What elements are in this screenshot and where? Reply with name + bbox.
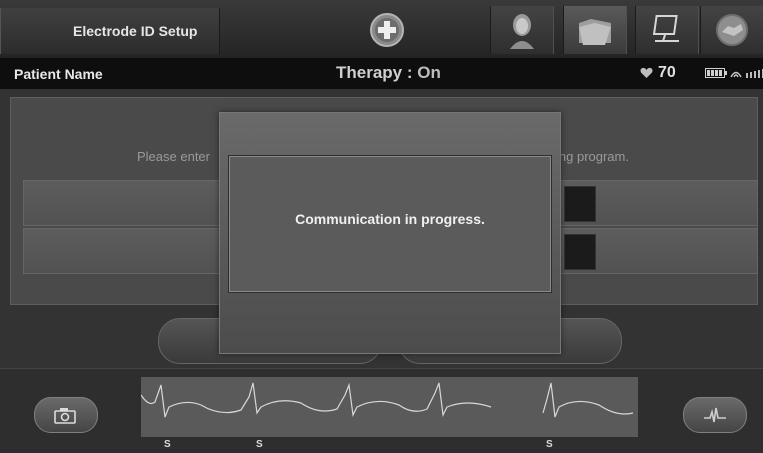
ecg-trace xyxy=(140,382,634,418)
medical-cross-icon xyxy=(370,13,404,47)
ecg-waveform xyxy=(140,377,638,437)
handshake-tab[interactable] xyxy=(700,6,763,54)
therapy-value: On xyxy=(417,63,441,82)
folder-icon xyxy=(579,19,611,45)
handshake-icon xyxy=(716,14,748,46)
ecg-event-button[interactable] xyxy=(683,397,747,433)
snapshot-button[interactable] xyxy=(34,397,98,433)
patient-name: Patient Name xyxy=(14,66,103,82)
heart-rate-value: 70 xyxy=(658,64,676,81)
monitor-icon xyxy=(652,15,679,42)
instruction-right: ing program. xyxy=(556,149,629,164)
electrode-id-field-1[interactable] xyxy=(564,186,596,222)
top-toolbar: Electrode ID Setup xyxy=(0,0,763,59)
patient-status-bar: Patient Name Therapy : On 70 xyxy=(0,58,763,90)
monitor-tab[interactable] xyxy=(635,6,699,54)
wireless-icon xyxy=(730,71,742,78)
beat-label: S xyxy=(256,439,263,450)
dialog-body: Communication in progress. xyxy=(228,155,552,293)
therapy-status: Therapy : On xyxy=(336,63,441,83)
hand-ecg-icon xyxy=(704,407,726,423)
medical-cross-button[interactable] xyxy=(356,6,418,54)
instruction-left: Please enter xyxy=(137,149,210,164)
dialog-message: Communication in progress. xyxy=(295,211,485,227)
screen-title: Electrode ID Setup xyxy=(0,8,220,54)
beat-label: S xyxy=(164,439,171,450)
folder-tab[interactable] xyxy=(563,6,627,54)
camera-icon xyxy=(54,408,76,424)
heart-icon xyxy=(640,67,653,78)
ecg-panel: S S S xyxy=(0,368,763,453)
therapy-label: Therapy : xyxy=(336,63,418,82)
beat-label: S xyxy=(546,439,553,450)
electrode-id-field-2[interactable] xyxy=(564,234,596,270)
communication-dialog: Communication in progress. xyxy=(219,112,561,354)
status-icons xyxy=(705,68,763,78)
heart-rate: 70 xyxy=(640,64,676,82)
battery-icon xyxy=(705,68,727,78)
patient-icon xyxy=(510,14,534,49)
patient-tab[interactable] xyxy=(490,6,554,54)
signal-icon xyxy=(746,69,763,78)
